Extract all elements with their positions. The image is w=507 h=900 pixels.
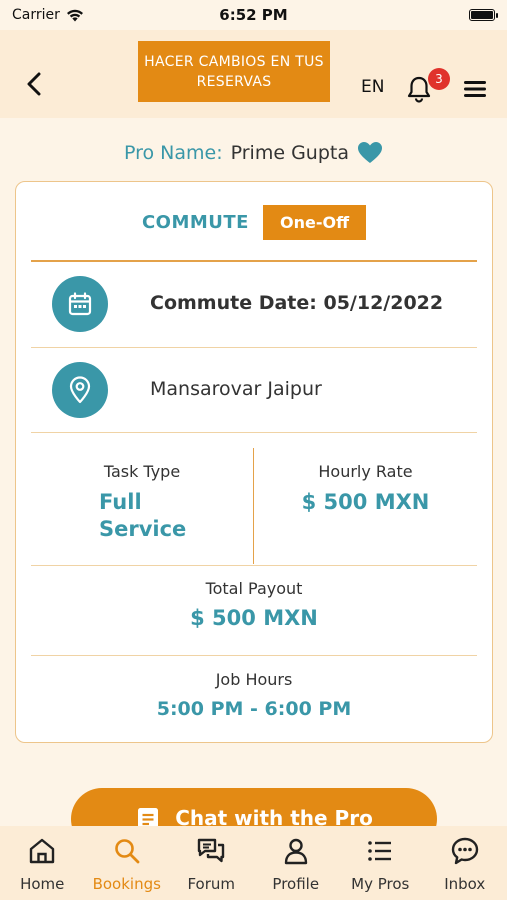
divider: [31, 260, 477, 262]
menu-button[interactable]: [462, 77, 488, 101]
wifi-icon: [66, 9, 83, 21]
job-hours-value: 5:00 PM - 6:00 PM: [156, 698, 352, 720]
total-payout-label: Total Payout: [205, 579, 303, 598]
carrier-label: Carrier: [12, 7, 60, 23]
tab-bookings[interactable]: Bookings: [85, 826, 170, 900]
edit-bookings-banner[interactable]: HACER CAMBIOS EN TUS RESERVAS: [138, 41, 330, 102]
job-hours-label: Job Hours: [215, 670, 293, 689]
tab-profile[interactable]: Profile: [254, 826, 339, 900]
total-payout-value: $ 500 MXN: [190, 606, 318, 630]
bottom-tab-bar: Home Bookings Forum Profile My Pros Inbo…: [0, 826, 507, 900]
tab-home-label: Home: [20, 875, 65, 893]
divider: [31, 565, 477, 566]
location-text: Mansarovar Jaipur: [150, 378, 322, 400]
status-left: Carrier: [12, 7, 84, 23]
location-icon-circle: [52, 362, 108, 418]
booking-details-card: COMMUTE One-Off Commute Date: 05/12/2022…: [15, 181, 493, 743]
chevron-left-icon: [27, 72, 41, 96]
status-bar: Carrier 6:52 PM: [0, 0, 507, 30]
search-icon: [114, 839, 140, 864]
service-type-label: COMMUTE: [141, 211, 249, 233]
hourly-rate-value: $ 500 MXN: [301, 490, 430, 514]
calendar-icon: [68, 292, 92, 316]
task-type-line-2: Service: [99, 517, 187, 541]
tab-inbox-label: Inbox: [444, 875, 486, 893]
pro-name-row: Pro Name: Prime Gupta: [0, 138, 507, 168]
tab-home[interactable]: Home: [0, 826, 85, 900]
hamburger-menu-icon: [464, 81, 486, 97]
tab-my-pros-label: My Pros: [351, 875, 410, 893]
home-icon: [30, 838, 55, 864]
battery-icon: [469, 9, 498, 21]
booking-type-row: COMMUTE One-Off: [16, 204, 492, 240]
language-selector[interactable]: EN: [361, 77, 384, 97]
pro-name-value: Prime Gupta: [230, 142, 349, 164]
user-icon: [284, 838, 307, 865]
header: HACER CAMBIOS EN TUS RESERVAS EN 3: [0, 30, 507, 118]
back-button[interactable]: [20, 70, 48, 98]
message-icon: [451, 837, 478, 865]
divider: [31, 432, 477, 433]
favorite-heart-icon[interactable]: [357, 141, 383, 165]
hourly-rate-label: Hourly Rate: [318, 462, 413, 481]
tab-profile-label: Profile: [272, 875, 320, 893]
tab-my-pros[interactable]: My Pros: [338, 826, 423, 900]
task-type-line-1: Full: [99, 490, 142, 514]
divider: [31, 655, 477, 656]
location-pin-icon: [69, 376, 91, 404]
pro-name-label: Pro Name:: [123, 142, 223, 164]
tab-inbox[interactable]: Inbox: [423, 826, 507, 900]
chat-bubbles-icon: [198, 838, 225, 863]
commute-date: Commute Date: 05/12/2022: [150, 292, 444, 314]
tab-forum[interactable]: Forum: [169, 826, 254, 900]
calendar-icon-circle: [52, 276, 108, 332]
task-type-label: Task Type: [103, 462, 181, 481]
tab-bookings-label: Bookings: [92, 875, 161, 893]
divider: [31, 347, 477, 348]
frequency-badge: One-Off: [262, 204, 367, 240]
notification-badge: 3: [428, 68, 450, 90]
list-icon: [368, 841, 392, 861]
tab-forum-label: Forum: [187, 875, 236, 893]
